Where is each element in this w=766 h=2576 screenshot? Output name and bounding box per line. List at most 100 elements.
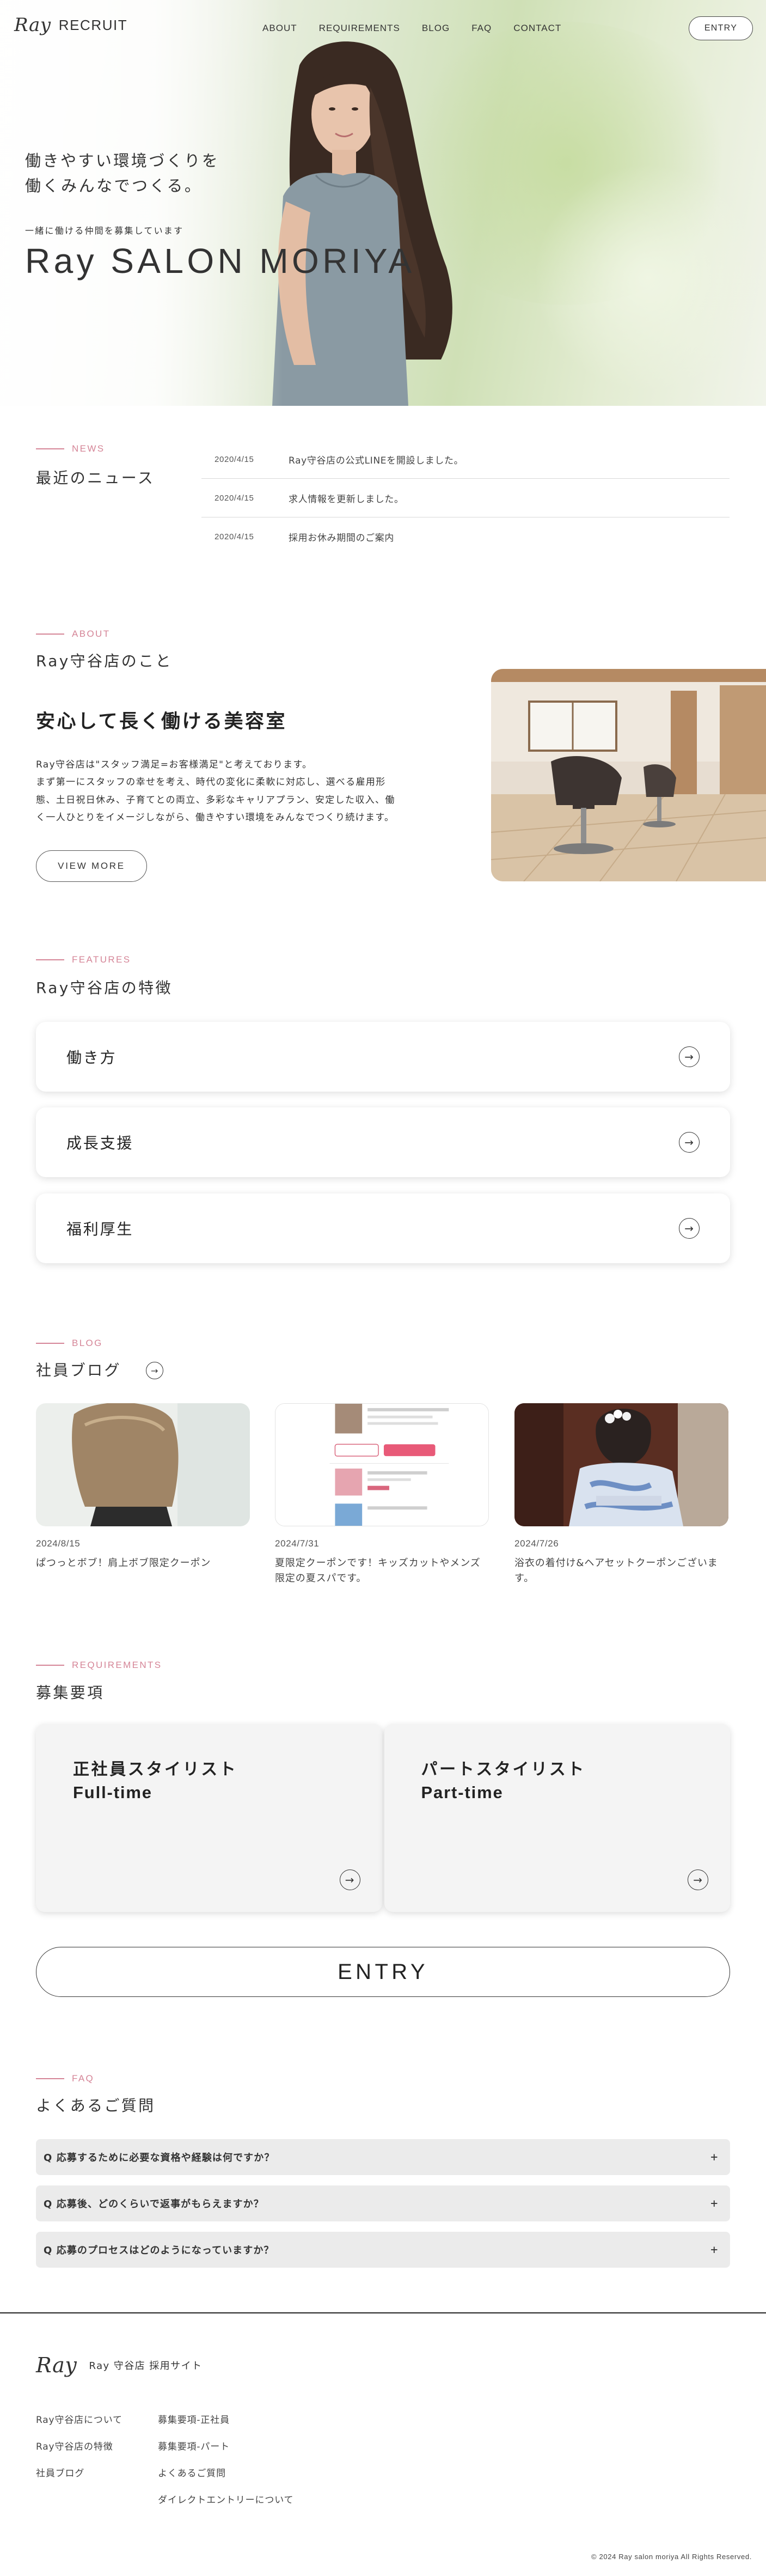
feature-label: 福利厚生 [66,1220,134,1238]
footer-link[interactable]: 募集要項-パート [158,2439,230,2452]
faq-label: FAQ [36,2073,94,2084]
about-heading: 安心して長く働ける美容室 [36,711,287,733]
footer-link[interactable]: Ray守谷店について [36,2412,122,2426]
footer-link[interactable]: 社員ブログ [36,2465,84,2479]
global-nav: ABOUT REQUIREMENTS BLOG FAQ CONTACT [262,23,561,34]
view-more-button[interactable]: VIEW MORE [36,850,147,882]
circle-arrow-right-icon: → [679,1132,700,1153]
blog-text: ぱつっとボブ！肩上ボブ限定クーポン [36,1557,211,1569]
plus-icon: + [710,2243,718,2257]
blog-post[interactable]: 2024/7/26 浴衣の着付け&ヘアセットクーポンございます。 [514,1403,728,1586]
news-text: Ray守谷店の公式LINEを開設しました。 [289,455,464,466]
about-body-line: まず第一にスタッフの幸せを考え、時代の変化に柔軟に対応し、選べる雇用形 [36,777,386,788]
blog-more-arrow-icon[interactable]: → [146,1362,163,1379]
blog-date: 2024/8/15 [36,1538,81,1549]
news-item[interactable]: 2020/4/15 求人情報を更新しました。 [201,479,730,517]
about-body-line: 態、土日祝日休み、子育てとの両立、多彩なキャリアプラン、安定した収入、働 [36,794,395,806]
req-card-parttime[interactable]: パートスタイリスト Part-time → [384,1724,730,1912]
ray-logo-mark: Ray [36,2353,77,2377]
circle-arrow-right-icon: → [339,1869,360,1890]
news-label: NEWS [36,443,105,454]
header-entry-button[interactable]: ENTRY [689,16,753,40]
hero-left-fade [0,0,283,406]
hero-background-light [534,163,762,392]
news-list: 2020/4/15 Ray守谷店の公式LINEを開設しました。 2020/4/1… [201,440,730,556]
nav-blog[interactable]: BLOG [422,23,450,34]
blog-thumbnail-coupon [275,1403,489,1526]
nav-contact[interactable]: CONTACT [513,23,561,34]
requirements-title: 募集要項 [36,1684,105,1702]
footer-link[interactable]: Ray守谷店の特徴 [36,2439,113,2452]
news-date: 2020/4/15 [215,454,254,464]
logo-text: RECRUIT [58,16,128,33]
req-card-title: 正社員スタイリスト [73,1760,238,1779]
blog-text: 夏限定クーポンです！キッズカットやメンズ限定の夏スパです。 [275,1557,481,1584]
about-body-line: く一人ひとりをイメージしながら、働きやすい環境をみんなでつくり続けます。 [36,812,395,823]
news-date: 2020/4/15 [215,493,254,503]
ray-logo-mark: Ray [14,14,51,36]
blog-date: 2024/7/26 [514,1538,559,1549]
news-text: 求人情報を更新しました。 [289,494,404,505]
faq-item[interactable]: Q 応募するために必要な資格や経験は何ですか？ + [36,2139,730,2175]
circle-arrow-right-icon: → [688,1869,708,1890]
about-label: ABOUT [36,629,110,640]
feature-card-benefits[interactable]: 福利厚生 → [36,1193,730,1263]
hero-catchcopy: 働きやすい環境づくりを 働くみんなでつくる。 [25,148,219,199]
feature-label: 働き方 [66,1049,117,1067]
blog-thumbnail-bob [36,1402,250,1526]
nav-about[interactable]: ABOUT [262,23,297,34]
hero-title: Ray SALON MORIYA [25,241,415,281]
feature-card-growth[interactable]: 成長支援 → [36,1107,730,1177]
footer-logo[interactable]: Ray Ray 守谷店 採用サイト [36,2353,203,2377]
circle-arrow-right-icon: → [679,1046,700,1067]
footer-link[interactable]: よくあるご質問 [158,2465,226,2479]
copyright: © 2024 Ray salon moriya All Rights Reser… [591,2553,752,2561]
blog-thumbnail-yukata [514,1403,728,1526]
hero-catch-line1: 働きやすい環境づくりを [25,151,220,170]
footer-divider [0,2312,766,2313]
feature-label: 成長支援 [66,1134,134,1152]
about-body: Ray守谷店は"スタッフ満足=お客様満足"と考えております。 まず第一にスタッフ… [36,756,461,826]
plus-icon: + [710,2150,718,2164]
blog-post[interactable]: 2024/7/31 夏限定クーポンです！キッズカットやメンズ限定の夏スパです。 [275,1403,489,1586]
features-label: FEATURES [36,954,131,965]
circle-arrow-right-icon: → [679,1218,700,1239]
req-card-subtitle: Full-time [73,1783,152,1802]
hero-catch-line2: 働くみんなでつくる。 [25,176,203,196]
blog-title: 社員ブログ [36,1361,121,1379]
footer-site-name: Ray 守谷店 採用サイト [89,2360,203,2372]
news-date: 2020/4/15 [215,532,254,541]
footer-link[interactable]: ダイレクトエントリーについて [158,2492,293,2506]
blog-text: 浴衣の着付け&ヘアセットクーポンございます。 [514,1557,718,1584]
blog-post[interactable]: 2024/8/15 ぱつっとボブ！肩上ボブ限定クーポン [36,1402,250,1571]
req-card-subtitle: Part-time [421,1783,504,1802]
entry-button[interactable]: ENTRY [36,1947,730,1997]
blog-date: 2024/7/31 [275,1538,320,1549]
features-title: Ray守谷店の特徴 [36,979,173,997]
site-logo[interactable]: Ray RECRUIT [14,14,127,36]
requirements-label: REQUIREMENTS [36,1660,162,1671]
feature-card-workstyle[interactable]: 働き方 → [36,1022,730,1092]
requirements-cards: 正社員スタイリスト Full-time → パートスタイリスト Part-tim… [36,1724,730,1912]
faq-item[interactable]: Q 応募のプロセスはどのようになっていますか？ + [36,2232,730,2268]
news-item[interactable]: 2020/4/15 採用お休み期間のご案内 [201,517,730,556]
nav-requirements[interactable]: REQUIREMENTS [319,23,400,34]
hero-subtitle: 一緒に働ける仲間を募集しています [25,226,184,236]
blog-label: BLOG [36,1338,103,1349]
news-text: 採用お休み期間のご案内 [289,533,395,544]
req-card-title: パートスタイリスト [421,1760,586,1779]
faq-title: よくあるご質問 [36,2097,156,2115]
faq-question: Q 応募するために必要な資格や経験は何ですか？ [44,2152,275,2164]
footer-link[interactable]: 募集要項-正社員 [158,2412,230,2426]
faq-question: Q 応募後、どのくらいで返事がもらえますか？ [44,2199,264,2210]
plus-icon: + [710,2196,718,2210]
news-item[interactable]: 2020/4/15 Ray守谷店の公式LINEを開設しました。 [201,440,730,479]
hero-section: Ray RECRUIT ABOUT REQUIREMENTS BLOG FAQ … [0,0,766,406]
about-body-line: Ray守谷店は"スタッフ満足=お客様満足"と考えております。 [36,759,312,770]
req-card-fulltime[interactable]: 正社員スタイリスト Full-time → [36,1724,382,1912]
faq-item[interactable]: Q 応募後、どのくらいで返事がもらえますか？ + [36,2185,730,2221]
news-title: 最近のニュース [36,469,155,487]
faq-question: Q 応募のプロセスはどのようになっていますか？ [44,2245,274,2256]
nav-faq[interactable]: FAQ [471,23,492,34]
about-title: Ray守谷店のこと [36,652,173,670]
